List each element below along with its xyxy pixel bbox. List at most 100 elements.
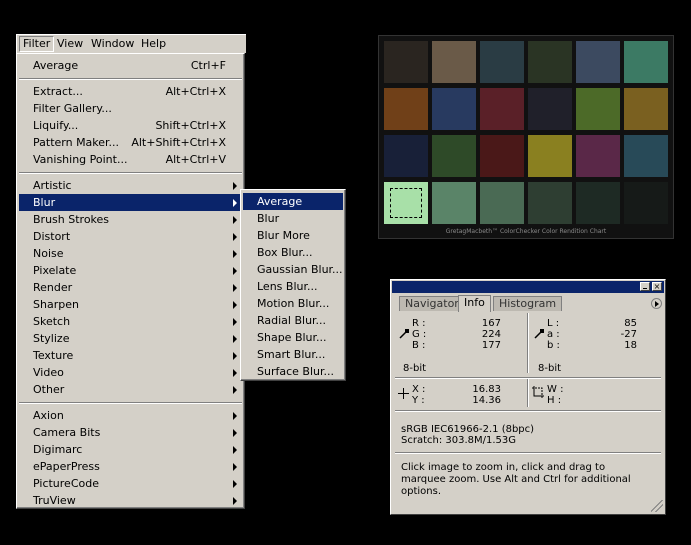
panel-titlebar[interactable]: × bbox=[392, 281, 664, 293]
menu-item-blur[interactable]: Blur bbox=[19, 194, 242, 211]
color-checker-image[interactable]: GretagMacbeth™ ColorChecker Color Rendit… bbox=[378, 35, 674, 239]
submenu-arrow-icon bbox=[233, 352, 237, 360]
menu-item-shortcut: Shift+Ctrl+X bbox=[155, 119, 226, 132]
menu-item-label: Stylize bbox=[33, 332, 70, 345]
menu-item-video[interactable]: Video bbox=[19, 364, 242, 381]
submenu-arrow-icon bbox=[233, 386, 237, 394]
rgb-g-label: G : bbox=[412, 329, 427, 340]
menu-item-camera-bits[interactable]: Camera Bits bbox=[19, 424, 242, 441]
color-swatch[interactable] bbox=[480, 135, 524, 177]
menu-item-digimarc[interactable]: Digimarc bbox=[19, 441, 242, 458]
color-swatch[interactable] bbox=[528, 88, 572, 130]
blur-item-motion-blur[interactable]: Motion Blur... bbox=[243, 295, 343, 312]
lab-b-label: b : bbox=[547, 340, 560, 351]
resize-grip-icon[interactable] bbox=[651, 500, 663, 512]
color-swatch[interactable] bbox=[624, 41, 668, 83]
menu-item-label: TruView bbox=[33, 494, 76, 507]
blur-item-shape-blur[interactable]: Shape Blur... bbox=[243, 329, 343, 346]
blur-item-gaussian-blur[interactable]: Gaussian Blur... bbox=[243, 261, 343, 278]
color-swatch[interactable] bbox=[432, 88, 476, 130]
marquee-selection bbox=[390, 188, 422, 218]
menu-item-truview[interactable]: TruView bbox=[19, 492, 242, 509]
color-swatch[interactable] bbox=[384, 135, 428, 177]
menu-item-noise[interactable]: Noise bbox=[19, 245, 242, 262]
color-swatch[interactable] bbox=[432, 182, 476, 224]
menu-item-picturecode[interactable]: PictureCode bbox=[19, 475, 242, 492]
color-swatch[interactable] bbox=[528, 182, 572, 224]
blur-item-average[interactable]: Average bbox=[243, 193, 343, 210]
menu-item-label: Filter Gallery... bbox=[33, 102, 112, 115]
submenu-arrow-icon bbox=[233, 480, 237, 488]
menu-item-pattern-maker[interactable]: Pattern Maker... Alt+Shift+Ctrl+X bbox=[19, 134, 242, 151]
color-swatch[interactable] bbox=[480, 88, 524, 130]
menu-item-distort[interactable]: Distort bbox=[19, 228, 242, 245]
submenu-arrow-icon bbox=[233, 429, 237, 437]
menu-item-label: Radial Blur... bbox=[257, 314, 327, 327]
color-swatch[interactable] bbox=[576, 135, 620, 177]
color-swatch[interactable] bbox=[576, 88, 620, 130]
pos-y-label: Y : bbox=[412, 395, 425, 406]
color-swatch[interactable] bbox=[624, 88, 668, 130]
menu-item-epaperpress[interactable]: ePaperPress bbox=[19, 458, 242, 475]
color-swatch[interactable] bbox=[384, 182, 428, 224]
menu-item-stylize[interactable]: Stylize bbox=[19, 330, 242, 347]
menu-item-shortcut: Alt+Ctrl+X bbox=[165, 85, 226, 98]
menu-item-pixelate[interactable]: Pixelate bbox=[19, 262, 242, 279]
menu-item-other[interactable]: Other bbox=[19, 381, 242, 398]
blur-item-blur-more[interactable]: Blur More bbox=[243, 227, 343, 244]
menu-filter[interactable]: Filter bbox=[19, 36, 55, 52]
color-swatch[interactable] bbox=[528, 41, 572, 83]
menu-help[interactable]: Help bbox=[138, 37, 169, 51]
menu-item-label: Box Blur... bbox=[257, 246, 313, 259]
color-swatch[interactable] bbox=[624, 135, 668, 177]
color-swatch[interactable] bbox=[480, 41, 524, 83]
color-swatch[interactable] bbox=[528, 135, 572, 177]
menu-item-shortcut: Alt+Shift+Ctrl+X bbox=[131, 136, 226, 149]
menu-view[interactable]: View bbox=[54, 37, 86, 51]
color-swatch[interactable] bbox=[432, 41, 476, 83]
blur-item-surface-blur[interactable]: Surface Blur... bbox=[243, 363, 343, 380]
menu-item-texture[interactable]: Texture bbox=[19, 347, 242, 364]
submenu-arrow-icon bbox=[233, 463, 237, 471]
menu-item-artistic[interactable]: Artistic bbox=[19, 177, 242, 194]
menu-item-vanishing-point[interactable]: Vanishing Point... Alt+Ctrl+V bbox=[19, 151, 242, 168]
color-swatch[interactable] bbox=[384, 41, 428, 83]
color-swatch[interactable] bbox=[576, 182, 620, 224]
color-swatch[interactable] bbox=[384, 88, 428, 130]
menu-item-filter-gallery[interactable]: Filter Gallery... bbox=[19, 100, 242, 117]
close-icon[interactable]: × bbox=[652, 282, 662, 291]
selection-size-icon bbox=[532, 386, 544, 398]
menu-separator bbox=[19, 172, 242, 174]
tab-histogram[interactable]: Histogram bbox=[493, 296, 563, 311]
minimize-icon[interactable] bbox=[640, 282, 650, 291]
rgb-g-value: 224 bbox=[481, 329, 501, 340]
panel-menu-icon[interactable] bbox=[651, 298, 662, 309]
menu-item-axion[interactable]: Axion bbox=[19, 407, 242, 424]
color-swatch[interactable] bbox=[480, 182, 524, 224]
menu-item-render[interactable]: Render bbox=[19, 279, 242, 296]
menu-item-label: Blur bbox=[257, 212, 280, 225]
menu-item-extract[interactable]: Extract... Alt+Ctrl+X bbox=[19, 83, 242, 100]
color-checker-caption: GretagMacbeth™ ColorChecker Color Rendit… bbox=[445, 228, 607, 235]
menu-item-label: Extract... bbox=[33, 85, 83, 98]
bit-depth-left: 8-bit bbox=[403, 363, 427, 374]
color-swatch[interactable] bbox=[432, 135, 476, 177]
blur-item-smart-blur[interactable]: Smart Blur... bbox=[243, 346, 343, 363]
menu-item-liquify[interactable]: Liquify... Shift+Ctrl+X bbox=[19, 117, 242, 134]
lab-a-value: -27 bbox=[620, 329, 637, 340]
menu-item-sketch[interactable]: Sketch bbox=[19, 313, 242, 330]
menu-item-average[interactable]: Average Ctrl+F bbox=[19, 57, 242, 74]
color-swatch[interactable] bbox=[624, 182, 668, 224]
blur-item-radial-blur[interactable]: Radial Blur... bbox=[243, 312, 343, 329]
menu-window[interactable]: Window bbox=[88, 37, 137, 51]
tab-info[interactable]: Info bbox=[458, 295, 491, 312]
blur-item-lens-blur[interactable]: Lens Blur... bbox=[243, 278, 343, 295]
tab-navigator[interactable]: Navigator bbox=[399, 296, 465, 311]
menu-item-sharpen[interactable]: Sharpen bbox=[19, 296, 242, 313]
menu-item-label: Render bbox=[33, 281, 73, 294]
color-swatch[interactable] bbox=[576, 41, 620, 83]
menu-item-label: Surface Blur... bbox=[257, 365, 334, 378]
menu-item-brush-strokes[interactable]: Brush Strokes bbox=[19, 211, 242, 228]
blur-item-blur[interactable]: Blur bbox=[243, 210, 343, 227]
blur-item-box-blur[interactable]: Box Blur... bbox=[243, 244, 343, 261]
